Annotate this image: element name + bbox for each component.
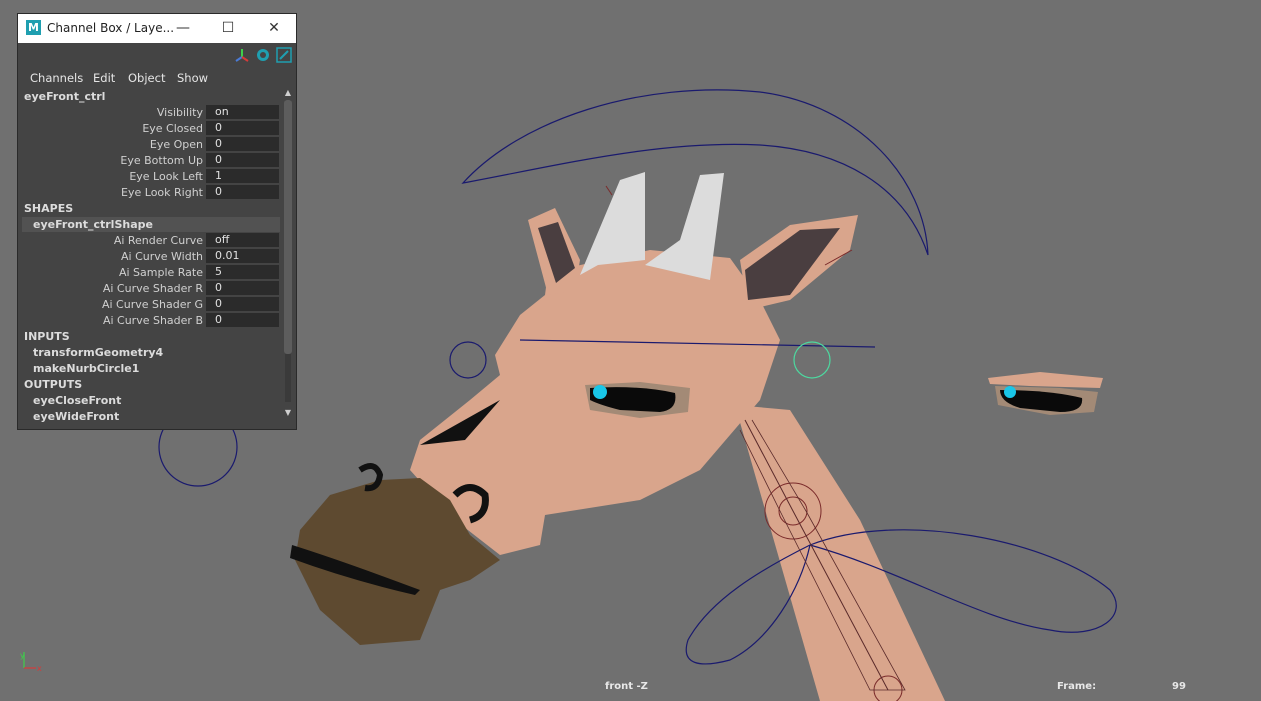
attr-value[interactable]: 0: [206, 121, 279, 135]
giraffe-horn-left: [580, 172, 645, 275]
attr-value[interactable]: 0: [206, 297, 279, 311]
channel-box-window[interactable]: M Channel Box / Laye... — ☐ ✕ Channels E…: [17, 13, 297, 430]
attr-label: Ai Curve Width: [121, 250, 203, 263]
eye-ctrl-left-circle[interactable]: [449, 341, 487, 379]
shapes-header: SHAPES: [24, 202, 74, 215]
attr-row-eye-look-left[interactable]: Eye Look Left 1: [18, 169, 284, 184]
attr-value[interactable]: 0: [206, 185, 279, 199]
inputs-header: INPUTS: [24, 330, 70, 343]
scroll-up-arrow-icon[interactable]: ▲: [283, 88, 293, 98]
outputs-header: OUTPUTS: [24, 378, 83, 391]
attr-row-ai-curve-shader-b[interactable]: Ai Curve Shader B 0: [18, 313, 284, 328]
scroll-down-arrow-icon[interactable]: ▼: [283, 408, 293, 418]
attr-value[interactable]: 0.01: [206, 249, 279, 263]
attr-row-ai-curve-shader-r[interactable]: Ai Curve Shader R 0: [18, 281, 284, 296]
giraffe-iris-main: [593, 385, 607, 399]
menu-edit[interactable]: Edit: [93, 71, 115, 85]
attr-label: Eye Look Left: [129, 170, 203, 183]
attr-value[interactable]: 0: [206, 313, 279, 327]
attr-label: Ai Render Curve: [113, 234, 203, 247]
attr-row-eye-closed[interactable]: Eye Closed 0: [18, 121, 284, 136]
attr-value[interactable]: off: [206, 233, 279, 247]
attr-value[interactable]: on: [206, 105, 279, 119]
scroll-thumb[interactable]: [284, 100, 292, 354]
output-item[interactable]: eyeCloseFront: [33, 394, 121, 407]
shape-name[interactable]: eyeFront_ctrlShape: [33, 218, 153, 231]
attr-label: Ai Curve Shader B: [102, 314, 203, 327]
attr-row-eye-look-right[interactable]: Eye Look Right 0: [18, 185, 284, 200]
attr-row-visibility[interactable]: Visibility on: [18, 105, 284, 120]
close-button[interactable]: ✕: [263, 18, 285, 38]
attr-label: Eye Closed: [142, 122, 203, 135]
object-name[interactable]: eyeFront_ctrl: [24, 90, 105, 103]
attr-label: Ai Sample Rate: [118, 266, 203, 279]
attr-row-ai-curve-width[interactable]: Ai Curve Width 0.01: [18, 249, 284, 264]
channel-box-menubar: Channels Edit Object Show: [18, 69, 296, 87]
attr-label: Visibility: [156, 106, 203, 119]
attr-row-ai-curve-shader-g[interactable]: Ai Curve Shader G 0: [18, 297, 284, 312]
attr-label: Eye Bottom Up: [120, 154, 203, 167]
axis-y-label: y: [20, 651, 25, 660]
attr-label: Eye Look Right: [121, 186, 203, 199]
maximize-button[interactable]: ☐: [217, 18, 239, 38]
giraffe-eye-side-lid: [988, 372, 1103, 388]
giraffe-iris-side: [1004, 386, 1016, 398]
attr-label: Ai Curve Shader G: [101, 298, 203, 311]
input-item[interactable]: transformGeometry4: [33, 346, 163, 359]
frame-label: Frame:: [1057, 681, 1097, 692]
menu-object[interactable]: Object: [128, 71, 165, 85]
channel-list: eyeFront_ctrl Visibility on Eye Closed 0…: [18, 88, 284, 428]
channel-box-toolbar: [18, 44, 296, 66]
maya-logo-icon: M: [26, 20, 41, 35]
frame-value: 99: [1172, 681, 1186, 692]
attr-value[interactable]: 0: [206, 137, 279, 151]
attr-value[interactable]: 0: [206, 153, 279, 167]
pin-arrow-icon[interactable]: [276, 47, 292, 63]
attr-row-ai-sample-rate[interactable]: Ai Sample Rate 5: [18, 265, 284, 280]
channel-sync-icon[interactable]: [255, 47, 271, 63]
attr-value[interactable]: 1: [206, 169, 279, 183]
attr-label: Ai Curve Shader R: [102, 282, 203, 295]
camera-label: front -Z: [605, 681, 648, 692]
minimize-button[interactable]: —: [172, 18, 194, 38]
menu-show[interactable]: Show: [177, 71, 208, 85]
attr-value[interactable]: 5: [206, 265, 279, 279]
attr-row-eye-open[interactable]: Eye Open 0: [18, 137, 284, 152]
attr-row-ai-render-curve[interactable]: Ai Render Curve off: [18, 233, 284, 248]
eye-front-ctrl-circle[interactable]: [793, 341, 831, 379]
input-item[interactable]: makeNurbCircle1: [33, 362, 139, 375]
horn-bone: [605, 185, 613, 196]
attr-row-eye-bottom-up[interactable]: Eye Bottom Up 0: [18, 153, 284, 168]
window-title: Channel Box / Laye...: [47, 21, 175, 35]
attr-value[interactable]: 0: [206, 281, 279, 295]
attr-label: Eye Open: [149, 138, 203, 151]
output-item[interactable]: eyeWideFront: [33, 410, 119, 423]
giraffe-neck: [735, 405, 945, 701]
axis-transform-icon[interactable]: [234, 47, 250, 63]
menu-channels[interactable]: Channels: [30, 71, 83, 85]
axis-x-label: x: [37, 664, 42, 673]
channel-list-scrollbar[interactable]: ▲ ▼: [283, 88, 293, 422]
window-titlebar[interactable]: M Channel Box / Laye... — ☐ ✕: [18, 14, 296, 43]
